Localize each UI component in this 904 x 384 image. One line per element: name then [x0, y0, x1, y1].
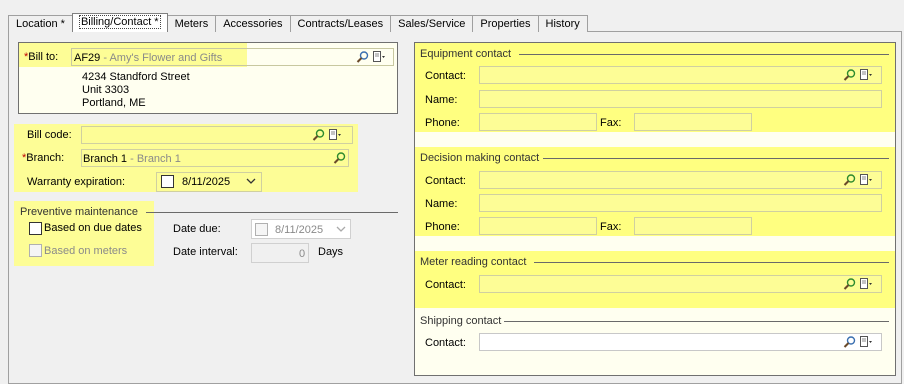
date-interval-value: 0: [299, 248, 306, 260]
meter-contact-icons: [843, 277, 873, 291]
decision-fax-label: Fax:: [600, 221, 622, 233]
date-due-checkbox: [255, 223, 268, 236]
bill-to-code: AF29: [74, 52, 101, 64]
decision-phone-label: Phone:: [425, 221, 460, 233]
branch-icons: [333, 151, 347, 165]
note-dropdown-icon[interactable]: [859, 335, 873, 349]
tab-bar: Location * Billing/Contact * Meters Acce…: [8, 13, 588, 32]
equipment-phone-field: [479, 113, 597, 131]
shipping-contact-label: Contact:: [425, 337, 466, 349]
equipment-name-field: [479, 90, 882, 108]
preventive-title: Preventive maintenance: [20, 206, 139, 218]
branch-label-text: Branch:: [26, 152, 65, 164]
bill-to-value: AF29 - Amy's Flower and Gifts: [74, 52, 222, 64]
branch-label: *Branch:: [22, 152, 64, 164]
equipment-contact-field[interactable]: [479, 66, 882, 84]
equipment-fax-field: [634, 113, 752, 131]
bill-code-label: Bill code:: [27, 129, 72, 141]
tab-location[interactable]: Location *: [8, 15, 73, 32]
shipping-contact-title: Shipping contact: [420, 315, 502, 327]
shipping-contact-field[interactable]: [479, 333, 882, 351]
search-icon[interactable]: [356, 50, 370, 64]
decision-contact-title: Decision making contact: [420, 152, 540, 164]
note-dropdown-icon[interactable]: [372, 50, 386, 64]
meters-checkbox: [29, 244, 42, 257]
chevron-down-icon: [336, 224, 346, 234]
warranty-label: Warranty expiration:: [27, 176, 126, 188]
decision-fax-field: [634, 217, 752, 235]
decision-name-field: [479, 194, 882, 212]
warranty-value: 8/11/2025: [182, 176, 231, 188]
equipment-phone-label: Phone:: [425, 117, 460, 129]
bill-to-icons: [356, 50, 386, 64]
decision-name-label: Name:: [425, 198, 458, 210]
tab-sales-service[interactable]: Sales/Service: [390, 15, 474, 32]
chevron-down-icon[interactable]: [246, 176, 256, 186]
meter-contact-divider: [534, 262, 889, 263]
search-icon[interactable]: [312, 128, 326, 142]
equipment-contact-divider: [519, 54, 889, 55]
due-dates-label: Based on due dates: [44, 222, 142, 234]
bill-to-label-text: Bill to:: [28, 51, 59, 63]
preventive-divider: [146, 212, 398, 213]
tab-properties[interactable]: Properties: [472, 15, 539, 32]
search-icon[interactable]: [843, 335, 857, 349]
meter-contact-label: Contact:: [425, 279, 466, 291]
date-due-value: 8/11/2025: [275, 224, 324, 236]
address-line2: Unit 3303: [82, 84, 130, 96]
meter-contact-title: Meter reading contact: [420, 256, 527, 268]
branch-separator: -: [127, 153, 137, 165]
tab-accessories[interactable]: Accessories: [215, 15, 291, 32]
shipping-contact-icons: [843, 335, 873, 349]
equipment-contact-icons: [843, 68, 873, 82]
tab-billing-contact[interactable]: Billing/Contact *: [71, 13, 168, 32]
warranty-checkbox[interactable]: [161, 175, 174, 188]
equipment-fax-label: Fax:: [600, 117, 622, 129]
note-dropdown-icon[interactable]: [859, 277, 873, 291]
equipment-name-label: Name:: [425, 94, 458, 106]
date-interval-label: Date interval:: [173, 246, 238, 258]
note-dropdown-icon[interactable]: [859, 68, 873, 82]
meter-contact-field[interactable]: [479, 275, 882, 293]
tab-billing-contact-label: Billing/Contact *: [78, 15, 161, 29]
decision-contact-field[interactable]: [479, 171, 882, 189]
branch-value: Branch 1 - Branch 1: [83, 153, 181, 165]
note-dropdown-icon[interactable]: [328, 128, 342, 142]
decision-phone-field: [479, 217, 597, 235]
search-icon[interactable]: [843, 173, 857, 187]
bill-to-label: *Bill to:: [24, 51, 58, 63]
branch-name: Branch 1: [136, 153, 181, 165]
bill-to-name: Amy's Flower and Gifts: [109, 52, 223, 64]
address-line1: 4234 Standford Street: [82, 71, 190, 83]
search-icon[interactable]: [333, 151, 347, 165]
shipping-contact-divider: [504, 321, 889, 322]
address-line3: Portland, ME: [82, 97, 146, 109]
equipment-contact-label: Contact:: [425, 70, 466, 82]
tab-history[interactable]: History: [537, 15, 588, 32]
branch-code: Branch 1: [83, 153, 128, 165]
due-dates-checkbox[interactable]: [29, 222, 42, 235]
tab-meters[interactable]: Meters: [166, 15, 217, 32]
decision-contact-label: Contact:: [425, 175, 466, 187]
search-icon[interactable]: [843, 68, 857, 82]
tab-contracts-leases[interactable]: Contracts/Leases: [289, 15, 392, 32]
note-dropdown-icon[interactable]: [859, 173, 873, 187]
search-icon[interactable]: [843, 277, 857, 291]
bill-code-icons: [312, 128, 342, 142]
date-due-label: Date due:: [173, 223, 221, 235]
meters-label: Based on meters: [44, 245, 128, 257]
decision-contact-icons: [843, 173, 873, 187]
equipment-contact-title: Equipment contact: [420, 48, 512, 60]
decision-contact-divider: [543, 158, 889, 159]
days-label: Days: [318, 246, 344, 258]
